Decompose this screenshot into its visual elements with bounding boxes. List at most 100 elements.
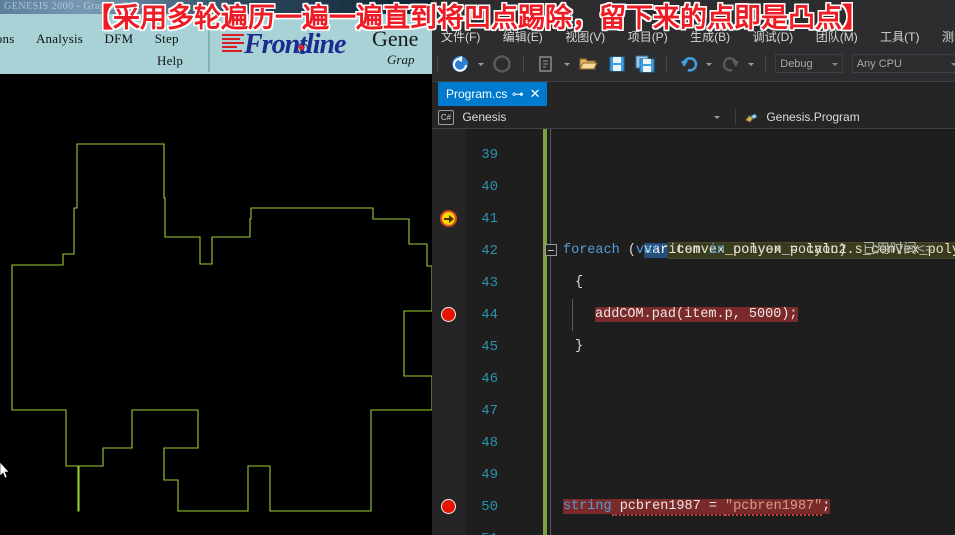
line-number: 45 (481, 339, 498, 355)
code-fragment: convex_polyon) (725, 243, 847, 258)
vs-menu-test[interactable]: 测试(S (933, 26, 955, 48)
code-line-50-text: string pcbren1987 = "pcbren1987"; (563, 491, 831, 523)
csharp-icon: C# (438, 110, 454, 126)
code-line-49[interactable]: 49 (432, 459, 955, 491)
vs-menu-view[interactable]: 视图(V) (556, 26, 614, 48)
visual-studio-window: 文件(F) 编辑(E) 视图(V) 项目(P) 生成(B) 调试(D) 团队(M… (432, 0, 955, 535)
code-fragment: ( (619, 243, 636, 258)
toolbar-separator (522, 55, 524, 73)
line-number: 50 (481, 499, 498, 515)
vs-code-editor[interactable]: 38 39 40 41 var convex_polyon = calc2.s_… (432, 129, 955, 535)
tab-program-cs[interactable]: Program.cs ⊶ ✕ (438, 82, 548, 106)
vs-menu-edit[interactable]: 编辑(E) (494, 26, 552, 48)
code-line-46[interactable]: 46 (432, 363, 955, 395)
graphic-tagline-text: Grap (387, 52, 415, 67)
collapse-region-icon[interactable] (545, 244, 557, 256)
navigate-backward-dropdown-icon[interactable] (476, 54, 485, 74)
solution-configuration-combo[interactable]: Debug (775, 54, 844, 73)
code-line-39[interactable]: 39 (432, 139, 955, 171)
toolbar-separator (437, 55, 438, 73)
undo-dropdown-icon[interactable] (704, 54, 713, 74)
cad-menu-row-1: ions Analysis DFM Step (0, 30, 196, 48)
code-line-40[interactable]: 40 (432, 171, 955, 203)
navbar-project-dropdown[interactable]: C# Genesis (438, 106, 730, 128)
code-line-45[interactable]: 45 } (432, 331, 955, 363)
genesis-product-text: Gene (372, 26, 419, 51)
line-number: 42 (481, 243, 498, 259)
solution-platform-combo[interactable]: Any CPU (851, 54, 955, 73)
vs-title-bar (432, 0, 955, 26)
vs-menu-bar: 文件(F) 编辑(E) 视图(V) 项目(P) 生成(B) 调试(D) 团队(M… (432, 26, 955, 48)
navigate-forward-icon[interactable] (492, 54, 512, 74)
vs-navigation-bar: C# Genesis Genesis.Program (432, 106, 955, 129)
code-line-51[interactable]: 51 (432, 523, 955, 535)
cad-menu-bar: ions Analysis DFM Step Help Frontline Ge… (0, 14, 432, 76)
open-file-icon[interactable] (578, 54, 598, 74)
cad-menu-item-help[interactable]: Help (157, 53, 183, 69)
cad-title-strip: GENESIS 2000 - Graphic Editor (0, 0, 432, 14)
line-number: 39 (481, 147, 498, 163)
line-number: 41 (481, 211, 498, 227)
new-project-icon[interactable] (536, 54, 556, 74)
code-line-43[interactable]: 43 { (432, 267, 955, 299)
save-all-icon[interactable] (635, 54, 655, 74)
frontline-brand-text: Frontline (244, 29, 346, 60)
cad-menu-item-analysis[interactable]: Analysis (36, 31, 83, 47)
semicolon: ; (822, 499, 831, 514)
code-line-44[interactable]: 44 addCOM.pad(item.p, 5000); (432, 299, 955, 331)
breakpoint-icon[interactable] (441, 307, 456, 322)
line-number: 46 (481, 371, 498, 387)
cad-menu-item-step[interactable]: Step (155, 31, 179, 47)
screenshot-root: GENESIS 2000 - Graphic Editor ions Analy… (0, 0, 955, 535)
code-line-45-text: } (575, 339, 584, 354)
line-number: 49 (481, 467, 498, 483)
code-line-43-text: { (575, 275, 584, 290)
line-number: 44 (481, 307, 498, 323)
code-fragment: item (660, 243, 709, 258)
datatip-elapsed-time: 已用时间<= (846, 243, 933, 258)
redo-icon[interactable] (721, 54, 741, 74)
breakpoint-line-highlight: string pcbren1987 = "pcbren1987"; (563, 499, 831, 516)
vs-menu-file[interactable]: 文件(F) (432, 26, 489, 48)
undo-icon[interactable] (679, 54, 699, 74)
current-statement-arrow-icon[interactable] (440, 210, 457, 227)
code-line-47[interactable]: 47 (432, 395, 955, 427)
code-line-44-text: addCOM.pad(item.p, 5000); (595, 299, 798, 331)
breakpoint-icon[interactable] (441, 499, 456, 514)
chevron-down-icon (832, 63, 839, 66)
code-line-42-text: foreach (var item in convex_polyon) 已用时间… (563, 235, 933, 267)
save-icon[interactable] (607, 54, 627, 74)
vs-document-tab-strip: Program.cs ⊶ ✕ (432, 82, 955, 107)
class-icon (744, 111, 758, 124)
pin-icon[interactable]: ⊶ (511, 82, 525, 106)
cad-menu-left-panel: ions Analysis DFM Step Help (0, 14, 210, 72)
keyword-var: var (635, 243, 661, 258)
vs-menu-tools[interactable]: 工具(T) (871, 26, 928, 48)
navbar-member-dropdown[interactable]: Genesis.Program (744, 106, 860, 128)
string-literal: "pcbren1987" (725, 499, 823, 516)
vs-menu-debug[interactable]: 调试(D) (744, 26, 803, 48)
solution-configuration-value: Debug (780, 58, 813, 70)
toolbar-separator (764, 55, 766, 73)
chevron-down-icon (714, 116, 720, 119)
new-project-dropdown-icon[interactable] (562, 54, 571, 74)
navigate-backward-icon[interactable] (450, 54, 470, 74)
code-line-48[interactable]: 48 (432, 427, 955, 459)
vs-menu-project[interactable]: 项目(P) (619, 26, 677, 48)
line-number: 38 (465, 129, 498, 139)
line-number: 47 (481, 403, 498, 419)
navbar-project-label: Genesis (462, 110, 507, 124)
indent-guide (572, 299, 573, 331)
code-line-50[interactable]: 50 string pcbren1987 = "pcbren1987"; (432, 491, 955, 523)
cad-drawing-canvas[interactable] (0, 76, 432, 535)
cad-menu-item-ions[interactable]: ions (0, 31, 14, 47)
close-icon[interactable]: ✕ (528, 82, 542, 106)
vs-menu-build[interactable]: 生成(B) (681, 26, 739, 48)
keyword-in: in (708, 243, 726, 258)
code-line-41[interactable]: 41 var convex_polyon = calc2.s_convex_po… (432, 203, 955, 259)
cad-menu-item-dfm[interactable]: DFM (105, 31, 134, 47)
vs-menu-team[interactable]: 团队(M) (807, 26, 867, 48)
code-line-38[interactable]: 38 (432, 129, 955, 139)
code-line-42[interactable]: 42 foreach (var item in convex_polyon) 已… (432, 235, 955, 267)
redo-dropdown-icon[interactable] (746, 54, 755, 74)
